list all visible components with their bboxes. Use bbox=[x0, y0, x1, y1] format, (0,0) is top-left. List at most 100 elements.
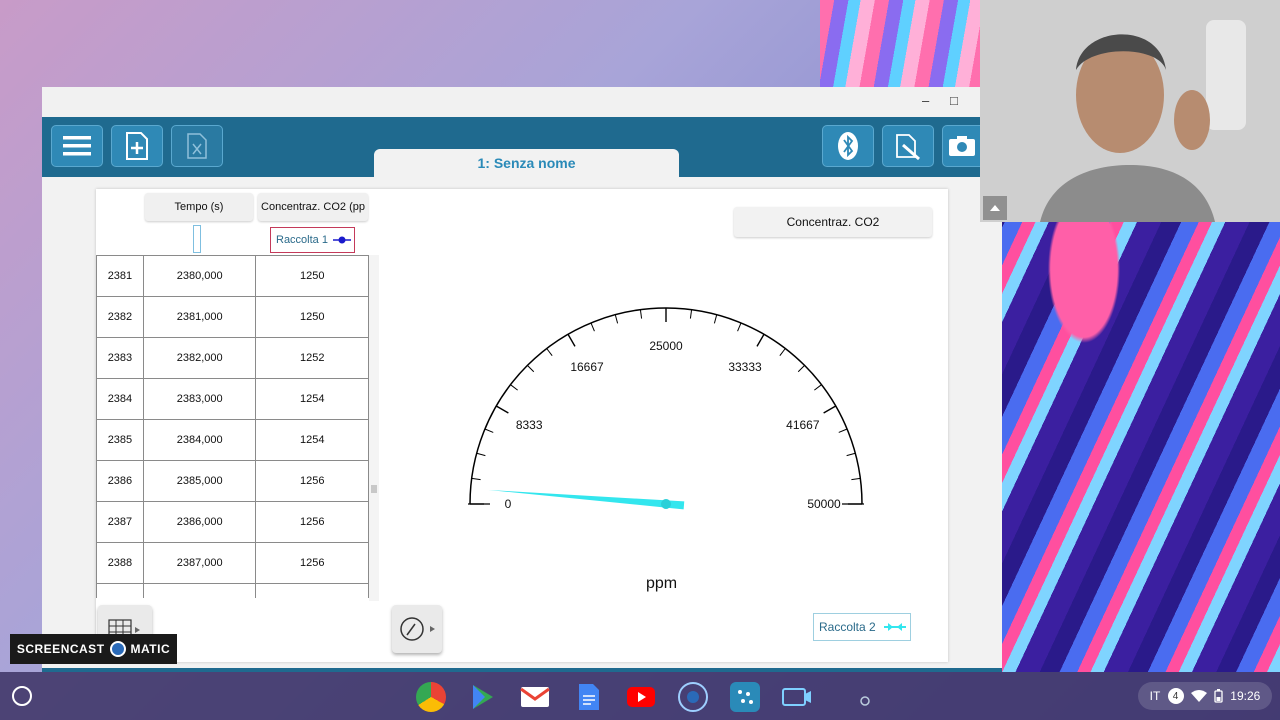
row-index-cell: 2385 bbox=[96, 419, 144, 461]
gauge-needle bbox=[488, 489, 685, 510]
co2-cell: 1250 bbox=[255, 296, 369, 338]
co2-cell: 1250 bbox=[255, 255, 369, 297]
time-cell: 2384,000 bbox=[142, 419, 257, 461]
series-marker-icon bbox=[332, 236, 351, 244]
camera-app-icon[interactable] bbox=[782, 682, 812, 712]
battery-icon bbox=[1214, 689, 1223, 703]
excel-icon bbox=[187, 133, 207, 159]
toolbar: 1: Senza nome bbox=[42, 117, 1002, 177]
clock: 19:26 bbox=[1230, 689, 1261, 703]
minimize-button[interactable]: – bbox=[922, 93, 929, 108]
status-tray[interactable]: IT 4 19:26 bbox=[1138, 682, 1272, 710]
gauge-minor-tick bbox=[614, 314, 619, 324]
table-row[interactable]: 2385 2384,000 1254 bbox=[96, 419, 369, 461]
gauge-minor-tick bbox=[510, 384, 518, 391]
docs-icon[interactable] bbox=[574, 682, 604, 712]
table-scrollbar[interactable] bbox=[369, 255, 379, 601]
table-row[interactable]: 2387 2386,000 1256 bbox=[96, 501, 369, 543]
time-cell: 2380,000 bbox=[142, 255, 257, 297]
time-cell: 2386,000 bbox=[142, 501, 257, 543]
table-row[interactable]: 2383 2382,000 1252 bbox=[96, 337, 369, 379]
legend-marker-icon bbox=[883, 623, 906, 631]
new-file-button[interactable] bbox=[111, 125, 163, 167]
menu-button[interactable] bbox=[51, 125, 103, 167]
keyboard-language: IT bbox=[1149, 689, 1161, 703]
table-row[interactable]: 2386 2385,000 1256 bbox=[96, 460, 369, 502]
sensor-button[interactable] bbox=[882, 125, 934, 167]
camera-button[interactable] bbox=[942, 125, 982, 167]
co2-cell: 1256 bbox=[255, 501, 369, 543]
gauge-major-tick bbox=[495, 405, 509, 414]
system-shelf: IT 4 19:26 bbox=[0, 672, 1280, 720]
empty-cell bbox=[96, 583, 144, 598]
gauge-sensor-selector[interactable]: Concentraz. CO2 bbox=[734, 207, 932, 237]
gauge-minor-tick bbox=[814, 384, 822, 391]
meter-view-button[interactable] bbox=[392, 605, 442, 653]
title-bar: – □ bbox=[42, 87, 1002, 117]
presenter-video bbox=[980, 0, 1280, 222]
chrome-icon[interactable] bbox=[416, 682, 446, 712]
gauge-icon bbox=[400, 617, 435, 641]
gauge-minor-tick bbox=[851, 477, 861, 481]
legend-series-2[interactable]: Raccolta 2 bbox=[813, 613, 911, 641]
gauge-unit: ppm bbox=[646, 575, 678, 592]
gauge-hub bbox=[661, 499, 671, 509]
document-tab[interactable]: 1: Senza nome bbox=[374, 149, 679, 177]
gauge-meter: 0 8333 16667 25000 33333 41667 50000 bbox=[468, 307, 864, 511]
camera-icon bbox=[949, 136, 975, 156]
table-row[interactable]: 2388 2387,000 1256 bbox=[96, 542, 369, 584]
screencast-watermark: SCREENCAST MATIC bbox=[10, 634, 177, 664]
gauge-tick-label: 50000 bbox=[807, 497, 841, 511]
content-area: Tempo (s) Concentraz. CO2 (pp Raccolta 1… bbox=[42, 177, 1002, 672]
time-cell: 2385,000 bbox=[142, 460, 257, 502]
play-store-icon[interactable] bbox=[468, 682, 498, 712]
table-row[interactable]: 2382 2381,000 1250 bbox=[96, 296, 369, 338]
gauge-minor-tick bbox=[590, 322, 595, 332]
chevron-up-icon bbox=[990, 205, 1000, 211]
time-cell: 2383,000 bbox=[142, 378, 257, 420]
gauge-minor-tick bbox=[527, 365, 535, 373]
series-label: Raccolta 1 bbox=[276, 234, 328, 246]
notification-badge: 4 bbox=[1167, 688, 1184, 704]
table-row[interactable]: 2381 2380,000 1250 bbox=[96, 255, 369, 297]
webcam-overlay bbox=[980, 0, 1280, 222]
legend-label: Raccolta 2 bbox=[819, 620, 876, 634]
new-file-icon bbox=[126, 132, 148, 160]
stylus-icon[interactable] bbox=[846, 682, 876, 712]
data-table: 2381 2380,000 1250 2382 2381,000 1250 2383 2382… bbox=[96, 255, 369, 598]
gauge-minor-tick bbox=[797, 365, 805, 373]
series-selector-1[interactable]: Raccolta 1 bbox=[270, 227, 355, 253]
gauge-minor-tick bbox=[471, 477, 481, 481]
row-index-cell: 2386 bbox=[96, 460, 144, 502]
co2-cell: 1252 bbox=[255, 337, 369, 379]
gmail-icon[interactable] bbox=[520, 682, 550, 712]
screencast-app-icon[interactable] bbox=[678, 682, 708, 712]
gauge-tick-label: 41667 bbox=[786, 418, 820, 432]
row-index-cell: 2384 bbox=[96, 378, 144, 420]
time-cell: 2387,000 bbox=[142, 542, 257, 584]
column-header-time[interactable]: Tempo (s) bbox=[145, 193, 253, 221]
launcher-icon[interactable] bbox=[12, 686, 32, 706]
gauge-minor-tick bbox=[838, 428, 848, 433]
table-row-partial bbox=[96, 583, 369, 598]
co2-cell: 1254 bbox=[255, 419, 369, 461]
row-index-cell: 2387 bbox=[96, 501, 144, 543]
gauge-minor-tick bbox=[546, 348, 553, 356]
row-index-cell: 2388 bbox=[96, 542, 144, 584]
app-window: – □ 1: Senza nome Tempo (s) Concentraz. … bbox=[42, 87, 1002, 672]
gauge-tick-label: 33333 bbox=[728, 360, 762, 374]
sparkvue-icon[interactable] bbox=[730, 682, 760, 712]
gauge-minor-tick bbox=[713, 314, 718, 324]
menu-icon bbox=[63, 136, 91, 156]
bluetooth-button[interactable] bbox=[822, 125, 874, 167]
wifi-icon bbox=[1190, 690, 1207, 702]
export-excel-button[interactable] bbox=[171, 125, 223, 167]
column-header-co2[interactable]: Concentraz. CO2 (pp bbox=[258, 193, 368, 221]
watermark-logo-icon bbox=[109, 641, 126, 657]
table-row[interactable]: 2384 2383,000 1254 bbox=[96, 378, 369, 420]
webcam-collapse-button[interactable] bbox=[983, 196, 1007, 220]
scroll-thumb[interactable] bbox=[371, 485, 377, 493]
youtube-icon[interactable] bbox=[626, 682, 656, 712]
maximize-button[interactable]: □ bbox=[950, 93, 958, 108]
gauge-tick-label: 0 bbox=[505, 497, 512, 511]
